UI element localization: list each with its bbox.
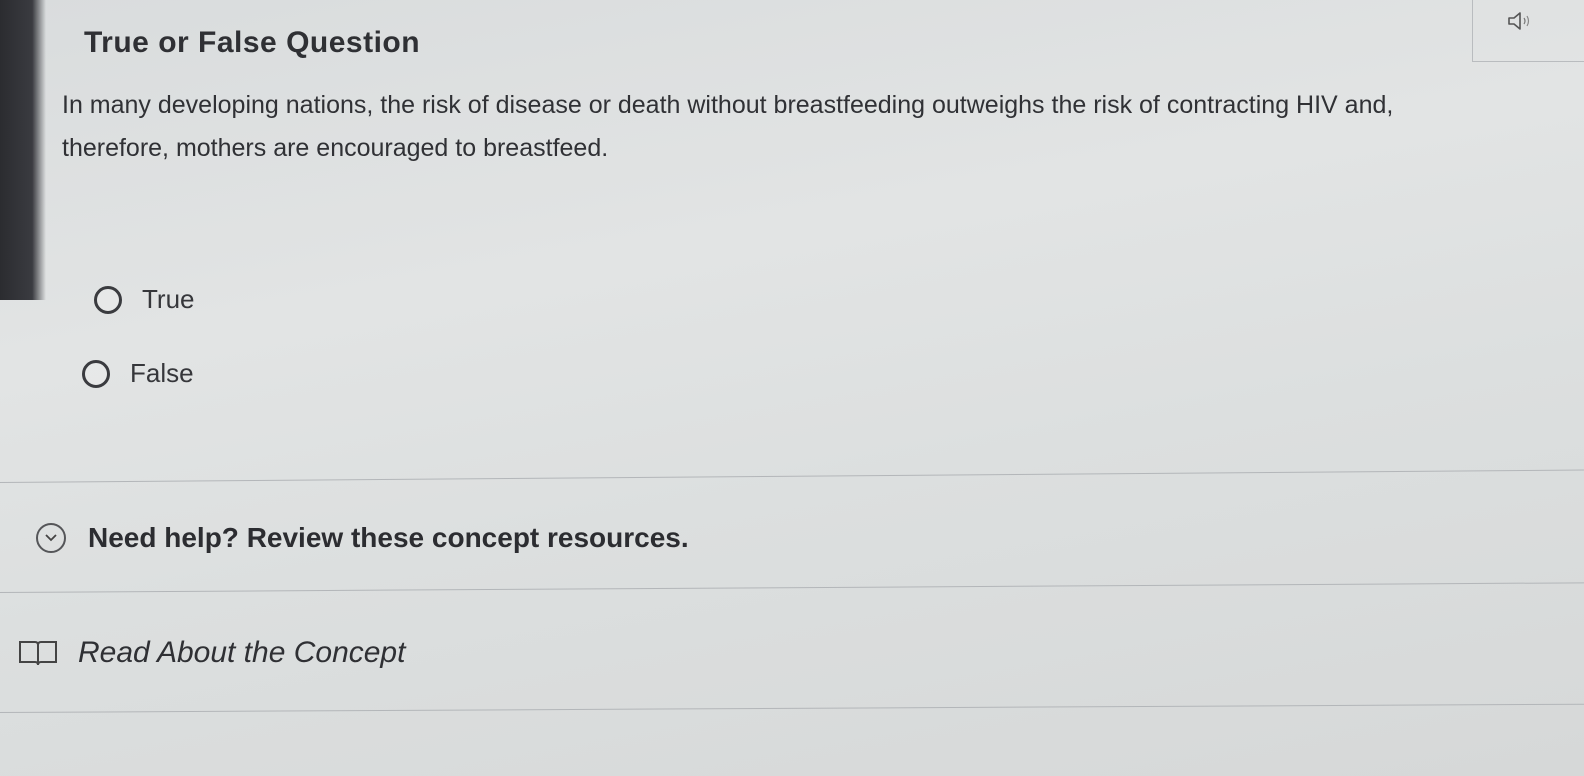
- option-label: False: [130, 358, 194, 388]
- left-edge-panel: [0, 0, 46, 300]
- divider: [0, 703, 1584, 713]
- divider: [0, 582, 1584, 593]
- concept-resources-toggle[interactable]: Need help? Review these concept resource…: [36, 522, 689, 554]
- question-title: True or False Question: [84, 26, 421, 59]
- option-label: True: [142, 284, 195, 314]
- chevron-down-icon: [36, 523, 66, 553]
- radio-button[interactable]: [82, 359, 110, 388]
- audio-button[interactable]: [1472, 0, 1584, 62]
- option-false[interactable]: False: [82, 358, 194, 389]
- option-true[interactable]: True: [94, 284, 195, 315]
- concept-resources-label: Need help? Review these concept resource…: [88, 522, 689, 553]
- question-text: In many developing nations, the risk of …: [62, 91, 1394, 162]
- radio-button[interactable]: [94, 285, 122, 314]
- speaker-icon: [1508, 12, 1530, 30]
- read-about-concept-link[interactable]: Read About the Concept: [16, 636, 405, 670]
- divider: [0, 469, 1584, 483]
- read-about-concept-label: Read About the Concept: [78, 636, 406, 669]
- book-icon: [19, 641, 57, 666]
